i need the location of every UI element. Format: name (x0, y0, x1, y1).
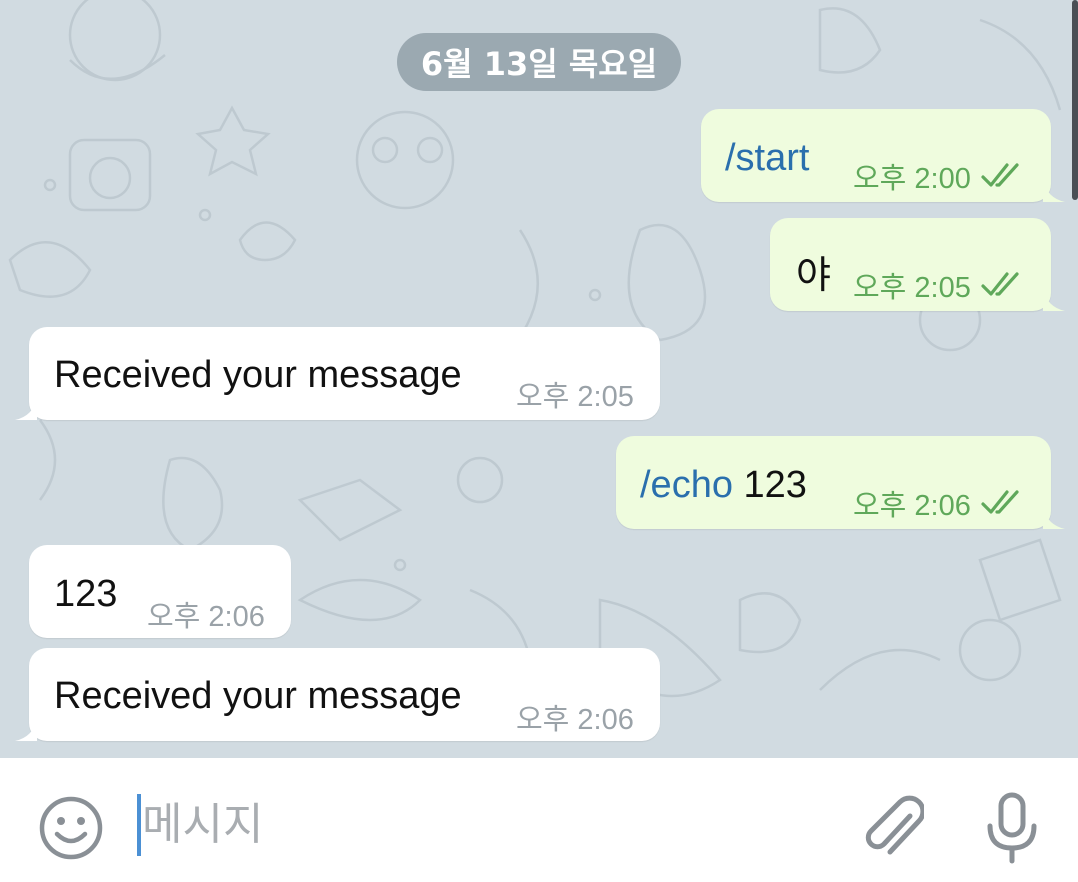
message-bubble-outgoing[interactable]: 야 오후 2:05 (770, 218, 1065, 311)
message-composer (0, 758, 1078, 882)
message-time: 오후 2:05 (853, 272, 971, 304)
bot-command-link[interactable]: /echo (640, 464, 733, 506)
message-bubble-outgoing[interactable]: /start 오후 2:00 (701, 109, 1065, 202)
date-separator: 6월 13일 목요일 (397, 33, 681, 91)
message-text: Received your message (54, 354, 462, 396)
microphone-icon[interactable] (984, 792, 1040, 864)
message-text: /start (725, 137, 809, 180)
double-check-icon (981, 490, 1019, 514)
paperclip-icon[interactable] (860, 792, 924, 862)
bubble-tail (1043, 289, 1065, 311)
message-time: 오후 2:06 (516, 704, 634, 736)
chat-area[interactable]: 6월 13일 목요일 /start 오후 2:00 야 오후 2:05 Rece… (0, 0, 1078, 758)
message-bubble-incoming[interactable]: 123 오후 2:06 (29, 545, 291, 638)
message-bubble-outgoing[interactable]: /echo 123 오후 2:06 (616, 436, 1065, 529)
message-meta: 오후 2:00 (853, 155, 1025, 197)
message-time: 오후 2:06 (853, 490, 971, 522)
bot-command-link[interactable]: /start (725, 137, 809, 179)
message-text: Received your message (54, 675, 462, 717)
scroll-indicator[interactable] (1072, 0, 1078, 200)
bubble-tail (15, 398, 37, 420)
message-bubble-incoming[interactable]: Received your message 오후 2:05 (15, 327, 660, 420)
message-input[interactable] (142, 790, 822, 858)
message-meta: 오후 2:06 (516, 696, 634, 738)
message-text: /echo 123 (640, 464, 807, 506)
message-meta: 오후 2:05 (853, 264, 1025, 306)
double-check-icon (981, 163, 1019, 187)
bubble-tail (1043, 507, 1065, 529)
smiley-icon[interactable] (38, 795, 104, 861)
message-meta: 오후 2:05 (516, 373, 634, 415)
bubble-tail (1043, 180, 1065, 202)
message-time: 오후 2:06 (147, 601, 265, 633)
message-text: 123 (54, 573, 118, 615)
message-time: 오후 2:00 (853, 163, 971, 195)
message-meta: 오후 2:06 (853, 482, 1025, 524)
message-bubble-incoming[interactable]: Received your message 오후 2:06 (15, 648, 660, 741)
message-time: 오후 2:05 (516, 381, 634, 413)
text-cursor (137, 794, 141, 856)
message-meta: 오후 2:06 (147, 593, 265, 635)
bubble-tail (15, 719, 37, 741)
double-check-icon (981, 272, 1019, 296)
message-text: 야 (796, 255, 831, 297)
